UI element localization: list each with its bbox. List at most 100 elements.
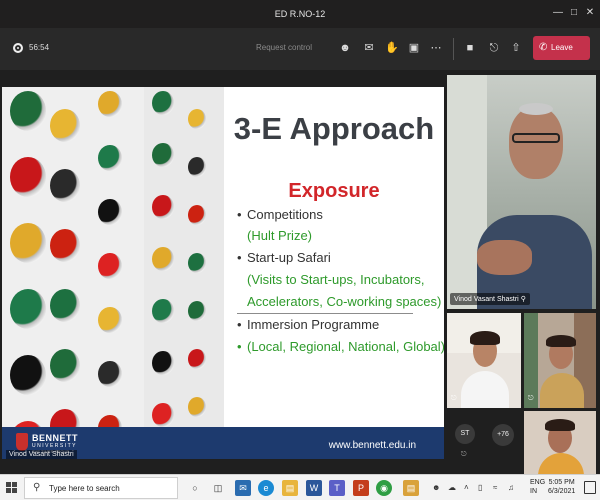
teams-icon[interactable]: T (329, 480, 345, 496)
decor-hole (10, 289, 46, 329)
window-titlebar: ED R.NO-12 — □ ✕ (0, 0, 600, 28)
decor-hole (188, 157, 206, 177)
chat-icon[interactable]: ✉ (361, 40, 377, 56)
people-icon[interactable]: ☻ (432, 483, 440, 492)
edge-icon[interactable]: e (258, 480, 274, 496)
slide-subtitle: Exposure (288, 180, 380, 202)
slide-divider (237, 313, 413, 314)
leave-label: Leave (551, 43, 573, 52)
decor-hole (98, 91, 122, 118)
powerpoint-icon[interactable]: P (353, 480, 369, 496)
decor-hole (188, 349, 206, 369)
slide-bullet: • Start-up Safari (237, 250, 331, 265)
avatar[interactable]: ST (455, 424, 475, 444)
windows-start-icon[interactable] (6, 482, 18, 494)
mic-muted-icon: ⎋ (461, 451, 467, 458)
presenter-name-tag: Vinod Vasant Shastri (6, 450, 77, 459)
slide-bullet: • Competitions (237, 207, 323, 222)
battery-icon[interactable]: ▯ (478, 483, 482, 492)
search-placeholder: Type here to search (49, 484, 120, 493)
decor-hole (188, 301, 206, 321)
decor-hole (152, 91, 174, 116)
mic-muted-icon: ⎋ (528, 395, 534, 402)
decor-hole (188, 205, 206, 225)
mail-icon[interactable]: ✉ (235, 480, 251, 496)
decor-hole (10, 91, 46, 131)
mic-muted-icon[interactable]: ⎋ (486, 40, 502, 56)
decor-hole (188, 109, 206, 129)
decor-hole (50, 109, 80, 142)
participant-name: Vinod Vasant Shastri ⚲ (450, 293, 530, 305)
decor-hole (152, 403, 174, 427)
decor-hole (50, 169, 80, 202)
chrome-icon[interactable]: ◉ (376, 480, 392, 496)
windows-taskbar: ⚲ Type here to search ○ ◫ ✉ e ▤ W T P ◉ … (0, 474, 600, 500)
language-indicator[interactable]: ENG IN (530, 478, 545, 496)
decor-hole (10, 223, 46, 263)
toolbar-divider (453, 38, 454, 60)
reactions-icon[interactable]: ✋ (384, 40, 400, 56)
volume-icon[interactable]: ♫ (508, 483, 514, 492)
chevron-up-icon[interactable]: ˄ (464, 483, 469, 492)
close-icon[interactable]: ✕ (582, 5, 598, 21)
decor-hole (98, 253, 122, 280)
decor-hole (152, 351, 174, 376)
decor-hole (98, 415, 122, 427)
more-participants-button[interactable]: +76 (492, 424, 514, 446)
decor-hole (152, 299, 174, 324)
pin-icon: ⚲ (520, 296, 526, 303)
video-tile-main[interactable]: Vinod Vasant Shastri ⚲ (447, 75, 596, 309)
folder-icon[interactable]: ▤ (403, 480, 419, 496)
decor-hole (152, 143, 174, 168)
university-seal-icon (16, 433, 28, 451)
maximize-icon[interactable]: □ (566, 5, 582, 21)
decor-hole (188, 397, 206, 417)
slide-url: www.bennett.edu.in (328, 440, 416, 451)
decor-hole (10, 355, 46, 395)
video-tile[interactable]: ⎋ (447, 313, 521, 408)
meeting-timer: 56:54 (29, 43, 50, 52)
decor-hole (50, 409, 80, 427)
camera-icon[interactable]: ■ (462, 40, 478, 56)
decor-hole (98, 361, 122, 388)
slide-bullet: • Immersion Programme (237, 317, 380, 332)
request-control-button[interactable]: Request control (256, 43, 312, 52)
mic-muted-icon: ⎋ (451, 395, 457, 402)
wifi-icon[interactable]: ≈ (493, 483, 497, 492)
share-icon[interactable]: ⇧ (508, 40, 524, 56)
phone-icon: ✆ (539, 42, 548, 53)
notifications-icon[interactable] (584, 481, 596, 494)
meeting-stage: 3-E Approach Exposure • Competitions (Hul… (0, 70, 600, 474)
breakout-rooms-icon[interactable]: ▣ (406, 40, 422, 56)
decor-hole (98, 199, 122, 226)
slide-decor-image (2, 87, 224, 427)
recording-icon (13, 43, 23, 53)
taskbar-search[interactable]: ⚲ Type here to search (24, 477, 178, 499)
video-tile[interactable]: ⎋ (524, 313, 596, 408)
cortana-icon[interactable]: ○ (187, 480, 203, 496)
decor-hole (188, 253, 206, 273)
leave-button[interactable]: ✆ Leave (533, 36, 590, 60)
system-clock[interactable]: 5:05 PM 6/3/2021 (548, 478, 575, 496)
weather-icon[interactable]: ☁ (448, 483, 456, 492)
slide-bullet-detail: • (Local, Regional, National, Global) (237, 339, 444, 354)
window-title: ED R.NO-12 (274, 9, 326, 19)
decor-hole (98, 307, 122, 334)
decor-hole (152, 195, 174, 220)
word-icon[interactable]: W (306, 480, 322, 496)
decor-hole (10, 157, 46, 197)
task-view-icon[interactable]: ◫ (210, 480, 226, 496)
video-tile[interactable] (524, 411, 596, 474)
more-actions-icon[interactable]: ⋯ (428, 40, 444, 56)
meeting-toolbar: 56:54 Request control ☻ ✉ ✋ ▣ ⋯ ■ ⎋ ⇧ ✆ … (0, 28, 600, 70)
file-explorer-icon[interactable]: ▤ (282, 480, 298, 496)
minimize-icon[interactable]: — (550, 5, 566, 21)
shared-slide: 3-E Approach Exposure • Competitions (Hul… (2, 87, 444, 459)
slide-bullet-detail: (Visits to Start-ups, Incubators, (247, 272, 425, 287)
slide-bullet-detail: (Hult Prize) (247, 228, 313, 243)
decor-hole (50, 349, 80, 382)
decor-hole (50, 289, 80, 322)
decor-hole (98, 145, 122, 172)
participants-icon[interactable]: ☻ (337, 40, 353, 56)
decor-hole (50, 229, 80, 262)
